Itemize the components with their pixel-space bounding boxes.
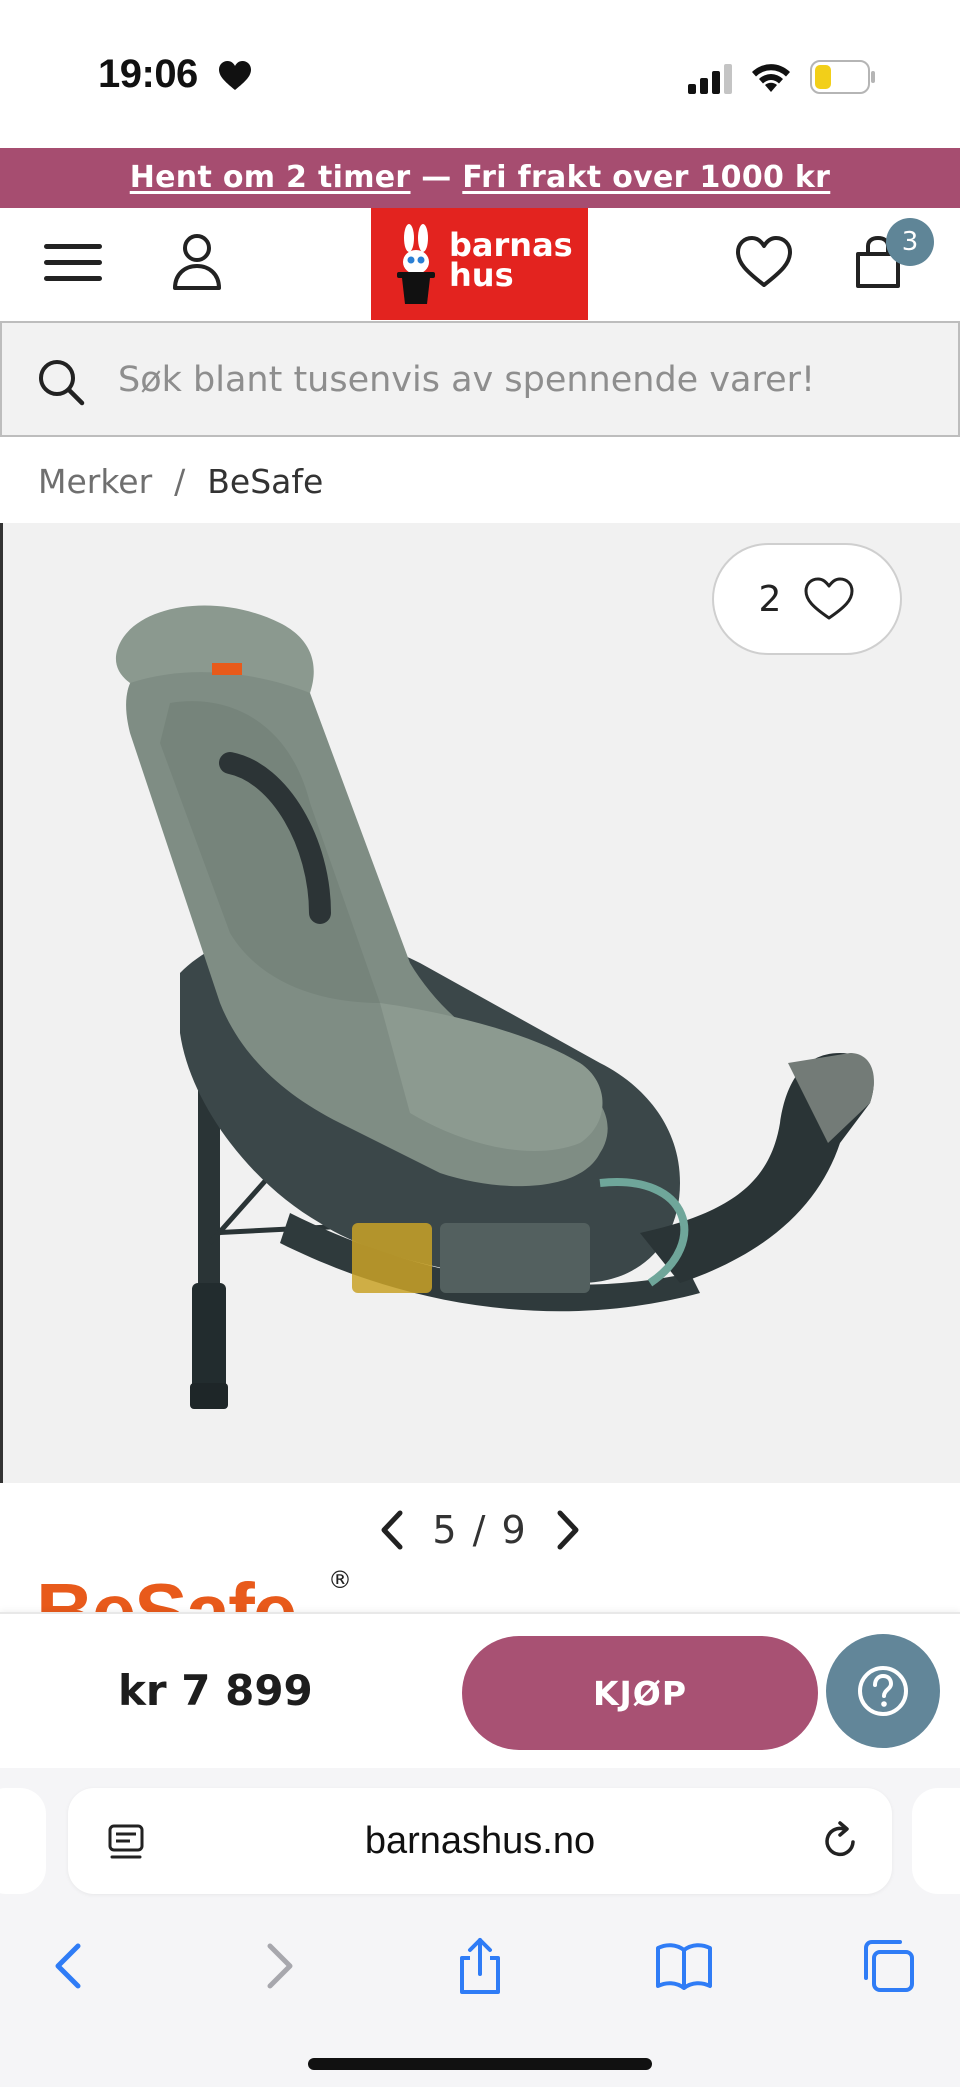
heart-icon[interactable] [734,234,794,290]
breadcrumb-item-besafe[interactable]: BeSafe [207,462,323,501]
reload-icon[interactable] [820,1820,862,1862]
hamburger-icon[interactable] [42,238,104,288]
browser-toolbar [0,1918,960,2018]
image-pager: 5 / 9 [0,1490,960,1570]
question-icon [858,1666,908,1716]
chevron-left-icon[interactable] [376,1507,410,1553]
book-icon[interactable] [654,1936,714,1996]
like-count: 2 [758,578,782,620]
logo-wordmark: barnas hus [449,229,573,294]
pager-counter: 5 / 9 [432,1508,527,1552]
buy-bar: kr 7 899 KJØP [0,1612,960,1768]
breadcrumb: Merker / BeSafe [38,458,323,504]
cart-count-badge: 3 [886,218,934,266]
gallery-edge [0,523,3,1483]
heart-outline-icon [804,577,854,620]
site-logo[interactable]: barnas hus [371,208,588,320]
home-indicator[interactable] [308,2058,652,2070]
share-icon[interactable] [450,1936,510,1996]
signal-icon [688,64,732,94]
next-tab-preview[interactable] [912,1788,960,1894]
help-button[interactable] [826,1634,940,1748]
tabs-icon[interactable] [858,1936,918,1996]
pager-current: 5 [432,1508,459,1552]
site-header: barnas hus 3 [0,208,960,320]
heart-status-icon [219,61,251,90]
chevron-left-icon[interactable] [40,1936,100,1996]
search-bar [0,321,960,437]
promo-shipping-link[interactable]: Fri frakt over 1000 kr [462,160,830,195]
wifi-icon [752,64,790,92]
pager-separator: / [472,1508,488,1552]
url-text: barnashus.no [364,1820,596,1862]
user-icon[interactable] [170,232,224,292]
search-icon [39,360,85,406]
status-time: 19:06 [98,52,198,96]
pager-total: 9 [501,1508,528,1552]
rabbit-logo-icon [397,224,435,304]
chevron-right-icon[interactable] [550,1507,584,1553]
battery-icon [810,60,875,94]
promo-pickup-link[interactable]: Hent om 2 timer [130,160,411,195]
brand-name: BeSafe [36,1567,297,1613]
product-gallery[interactable]: 2 [0,523,960,1483]
previous-tab-preview[interactable] [0,1788,46,1894]
car-seat-image [115,605,874,1409]
brand-logo[interactable]: BeSafe ® [36,1560,376,1612]
logo-line2: hus [449,256,514,294]
breadcrumb-separator: / [174,461,186,501]
product-price: kr 7 899 [118,1666,313,1715]
buy-button[interactable]: KJØP [462,1636,818,1750]
breadcrumb-item-merker[interactable]: Merker [38,462,152,501]
brand-registered-mark: ® [328,1566,352,1594]
browser-chrome: barnashus.no [0,1768,960,2087]
search-input[interactable] [118,345,918,415]
promo-separator: — [410,160,463,195]
chevron-right-icon[interactable] [248,1936,308,1996]
promo-banner: Hent om 2 timer — Fri frakt over 1000 kr [0,148,960,208]
status-bar: 19:06 [0,0,960,148]
address-bar[interactable]: barnashus.no [68,1788,892,1894]
product-like-button[interactable]: 2 [712,543,902,655]
